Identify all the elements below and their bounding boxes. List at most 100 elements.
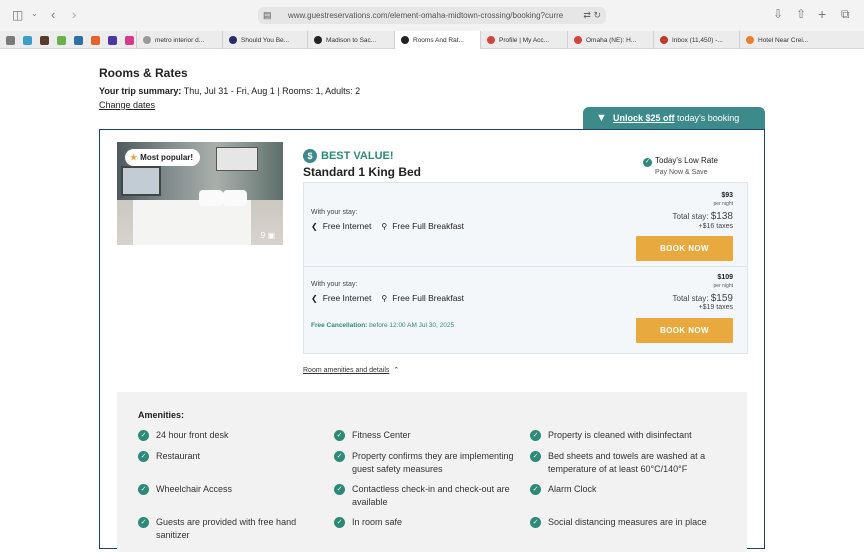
dollar-icon: $ (303, 149, 317, 163)
translate-reload-icon[interactable]: ⇄ ↻ (583, 7, 601, 24)
amenity-label: Fitness Center (352, 430, 411, 440)
amenity-internet: Free Internet (322, 293, 372, 303)
browser-tab[interactable]: Profile | My Acc... (480, 31, 567, 49)
tab-favicon-icon (487, 36, 495, 44)
photo-pillow (223, 190, 247, 206)
check-icon: ✓ (138, 517, 149, 528)
url-text: www.guestreservations.com/element-omaha-… (288, 11, 564, 20)
check-icon: ✓ (138, 484, 149, 495)
change-dates-link[interactable]: Change dates (99, 100, 155, 110)
tab-favicon-icon (229, 36, 237, 44)
check-icon: ✓ (334, 451, 345, 462)
total-stay: Total stay: $138 (673, 211, 734, 222)
amenity-label: Contactless check-in and check-out are a… (352, 484, 510, 507)
amenities-title: Amenities: (138, 410, 185, 420)
new-tab-icon[interactable]: + (818, 7, 826, 21)
unlock-link[interactable]: Unlock $25 off (613, 113, 675, 123)
favorite-glyph (90, 35, 100, 45)
amenity-item: ✓ Restaurant (138, 450, 328, 463)
favorite-glyph (22, 35, 32, 45)
favorite-icon[interactable] (88, 34, 102, 46)
rate-options: With your stay: ❮ Free Internet ⚲ Free Ful… (303, 182, 748, 354)
tab-favicon-icon (314, 36, 322, 44)
tab-favicon-icon (574, 36, 582, 44)
amenity-label: Guests are provided with free hand sanit… (156, 517, 297, 540)
browser-tab[interactable]: Madison to Sac... (307, 31, 394, 49)
browser-tab[interactable]: Should You Be... (222, 31, 307, 49)
check-icon: ✓ (530, 517, 541, 528)
rate-option: With your stay: ❮ Free Internet ⚲ Free Ful… (304, 269, 747, 353)
forward-icon[interactable]: › (72, 8, 76, 21)
amenity-label: Bed sheets and towels are washed at a te… (548, 451, 706, 474)
book-now-button[interactable]: BOOK NOW (636, 318, 733, 343)
nightly-price: $109 (717, 274, 733, 281)
nightly-price: $93 (721, 192, 733, 199)
address-bar[interactable]: ▤ www.guestreservations.com/element-omah… (258, 7, 606, 24)
favorite-icon[interactable] (122, 34, 136, 46)
tab-label: Hotel Near Crei... (758, 36, 809, 44)
amenity-label: In room safe (352, 517, 403, 527)
download-icon[interactable]: ⇩ (773, 8, 783, 20)
unlock-rest-text: today's booking (674, 113, 740, 123)
amenities-section: Amenities: ✓ 24 hour front desk ✓ Fitness C… (117, 392, 747, 552)
total-stay-value: $159 (710, 293, 733, 304)
favorite-icon[interactable] (105, 34, 119, 46)
most-popular-badge: ★ Most popular! (125, 149, 201, 166)
room-amenities-link[interactable]: Room amenities and details ⌃ (303, 366, 399, 374)
chevron-down-icon[interactable]: ⌄ (31, 10, 38, 18)
favorite-icon[interactable] (54, 34, 68, 46)
back-icon[interactable]: ‹ (51, 8, 55, 21)
total-stay: Total stay: $159 (673, 293, 734, 304)
browser-tab[interactable]: Rooms And Rat... (394, 31, 480, 49)
tab-overview-icon[interactable]: ⧉ (841, 8, 850, 20)
amenity-label: Social distancing measures are in place (548, 517, 707, 527)
room-amenities-text: Room amenities and details (303, 367, 390, 374)
amenity-breakfast: Free Full Breakfast (392, 221, 465, 231)
favorite-icon[interactable] (3, 34, 17, 46)
rate-option: With your stay: ❮ Free Internet ⚲ Free Ful… (304, 183, 747, 267)
share-icon[interactable]: ⇧ (796, 8, 806, 20)
amenity-item: ✓ 24 hour front desk (138, 429, 328, 442)
book-now-button[interactable]: BOOK NOW (636, 236, 733, 261)
with-stay-label: With your stay: (311, 281, 358, 288)
with-stay-label: With your stay: (311, 209, 358, 216)
best-value-label: $ BEST VALUE! (303, 149, 394, 163)
tab-label: Profile | My Acc... (499, 36, 550, 44)
taxes-label: +$19 taxes (698, 304, 733, 311)
unlock-discount-banner[interactable]: ▼ Unlock $25 off today's booking (583, 107, 765, 129)
room-photo[interactable]: ★ Most popular! 9 ▣ (117, 142, 283, 245)
favorite-glyph (107, 35, 117, 45)
per-night-label: per night (713, 283, 733, 289)
amenity-item: ✓ Bed sheets and towels are washed at a t… (530, 450, 720, 476)
page-title: Rooms & Rates (99, 66, 188, 80)
total-stay-value: $138 (710, 211, 733, 222)
browser-tab[interactable]: Inbox (11,450) -... (653, 31, 739, 49)
check-icon: ✓ (530, 430, 541, 441)
amenity-item: ✓ Property is cleaned with disinfectant (530, 429, 720, 442)
amenity-item: ✓ Alarm Clock (530, 483, 720, 496)
favorite-icon[interactable] (20, 34, 34, 46)
favorite-icon[interactable] (71, 34, 85, 46)
free-cancellation-label: Free Cancellation: (311, 322, 368, 329)
amenity-label: Alarm Clock (548, 484, 597, 494)
page-settings-icon[interactable]: ▤ (263, 7, 272, 24)
favorite-glyph (5, 35, 15, 45)
tab-label: Madison to Sac... (326, 36, 377, 44)
favorite-glyph (73, 35, 83, 45)
tag-icon: ▼ (596, 112, 607, 124)
tab-label: Rooms And Rat... (413, 36, 464, 44)
browser-tab[interactable]: metro interior d... (136, 31, 222, 49)
sidebar-toggle-icon[interactable]: ◫ (12, 9, 23, 21)
check-icon: ✓ (138, 451, 149, 462)
amenity-item: ✓ Property confirms they are implementing… (334, 450, 524, 476)
check-icon: ✓ (334, 517, 345, 528)
browser-tab[interactable]: Omaha (NE): H... (567, 31, 653, 49)
check-icon: ✓ (334, 484, 345, 495)
browser-tab[interactable]: Hotel Near Crei... (739, 31, 819, 49)
browser-toolbar: ◫ ⌄ ‹ › ▤ www.guestreservations.com/elem… (0, 0, 864, 31)
tab-label: Should You Be... (241, 36, 290, 44)
favorite-glyph (56, 35, 66, 45)
favorite-icon[interactable] (37, 34, 51, 46)
favorite-glyph (124, 35, 134, 45)
photo-count[interactable]: 9 ▣ (261, 231, 275, 240)
